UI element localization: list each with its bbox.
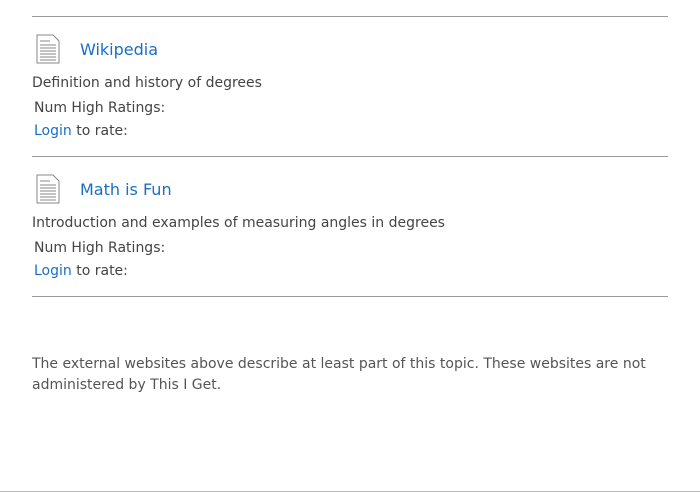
resource-title-link[interactable]: Wikipedia [80,40,158,59]
resource-header: Wikipedia [32,33,668,65]
document-icon [36,174,60,204]
rate-label: to rate: [71,263,128,279]
page-bottom-divider [0,491,700,492]
divider [32,296,668,297]
high-ratings-label: Num High Ratings: [34,100,166,116]
external-resources-section: Wikipedia Definition and history of degr… [32,0,668,396]
resource-description: Definition and history of degrees [32,75,262,91]
resource-item-wikipedia: Wikipedia Definition and history of degr… [32,17,668,156]
login-link[interactable]: Login [34,123,72,139]
document-icon [36,34,60,64]
external-sites-disclaimer: The external websites above describe at … [32,356,646,393]
login-link[interactable]: Login [34,263,72,279]
rate-row: Login to rate: [34,123,668,139]
resource-description: Introduction and examples of measuring a… [32,215,445,231]
high-ratings-label: Num High Ratings: [34,240,166,256]
rate-label: to rate: [71,123,128,139]
resource-title-link[interactable]: Math is Fun [80,180,172,199]
resource-item-math-is-fun: Math is Fun Introduction and examples of… [32,157,668,296]
rate-row: Login to rate: [34,263,668,279]
resource-header: Math is Fun [32,173,668,205]
